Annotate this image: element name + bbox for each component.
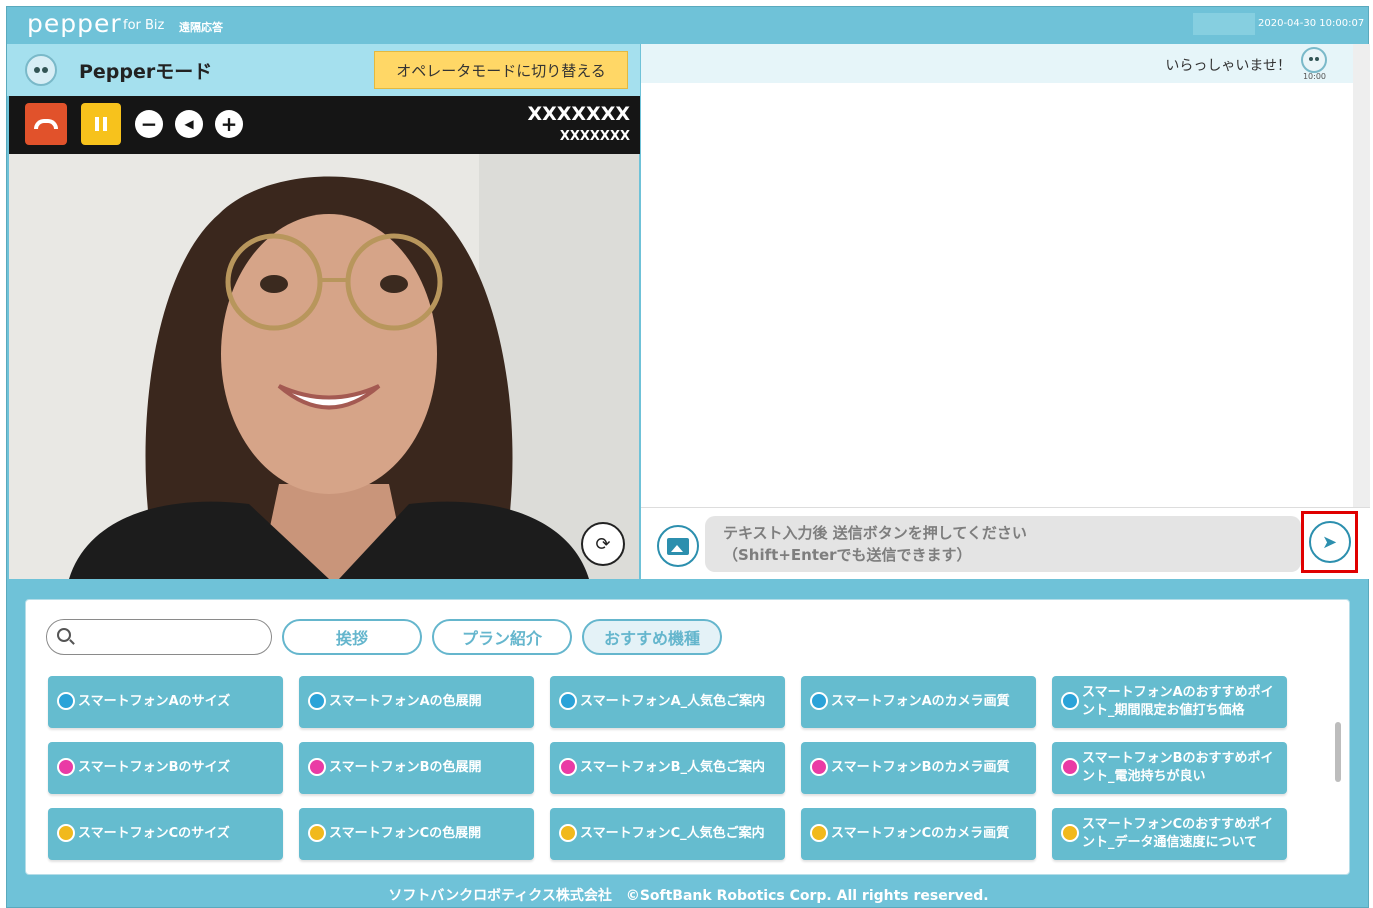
video-feed: ⟳ (9, 154, 639, 579)
chat-message-text: いらっしゃいませ！ (1165, 58, 1291, 74)
switch-operator-mode-button[interactable]: オペレータモードに切り替える (374, 51, 628, 89)
quick-reply-label: スマートフォンCのカメラ画質 (831, 826, 1010, 841)
phone-hangup-icon (34, 119, 58, 129)
call-controls: − ◀ + XXXXXXX XXXXXXX (9, 96, 640, 154)
chat-message-row: いらっしゃいませ！ 10:00 (641, 44, 1353, 83)
send-button-highlight: ➤ (1301, 511, 1358, 573)
quick-reply-button[interactable]: スマートフォンAのサイズ (48, 676, 283, 728)
volume-up-button[interactable]: + (215, 110, 243, 138)
quick-reply-label: スマートフォンAのカメラ画質 (831, 694, 1010, 709)
pepper-logo: pepper (27, 9, 122, 38)
category-dot-icon (57, 824, 75, 842)
quick-reply-label: スマートフォンBの色展開 (329, 760, 482, 775)
quick-reply-button[interactable]: スマートフォンCのサイズ (48, 808, 283, 860)
app-name: 遠隔応答 (179, 21, 223, 34)
volume-icon[interactable]: ◀ (175, 110, 203, 138)
pepper-chat-avatar-icon (1301, 47, 1327, 73)
caller-name: XXXXXXX (527, 103, 630, 125)
category-dot-icon (57, 692, 75, 710)
switch-camera-button[interactable]: ⟳ (581, 522, 625, 566)
quick-reply-button[interactable]: スマートフォンAの色展開 (299, 676, 534, 728)
quick-reply-button[interactable]: スマートフォンBの色展開 (299, 742, 534, 794)
search-icon (57, 628, 71, 642)
logo-suffix: for Biz (123, 18, 165, 33)
quick-reply-label: スマートフォンB_人気色ご案内 (580, 760, 766, 775)
send-button[interactable]: ➤ (1308, 521, 1351, 563)
quick-reply-label: スマートフォンCのサイズ (78, 826, 230, 841)
quick-reply-label: スマートフォンAのサイズ (78, 694, 231, 709)
user-box (1193, 13, 1255, 35)
image-upload-button[interactable] (657, 525, 699, 567)
category-dot-icon (308, 692, 326, 710)
category-recommended-button[interactable]: おすすめ機種 (582, 619, 722, 655)
mode-header: Pepperモード オペレータモードに切り替える (7, 44, 640, 96)
chat-text-input[interactable]: テキスト入力後 送信ボタンを押してください （Shift+Enterでも送信でき… (705, 516, 1301, 572)
quick-reply-label: スマートフォンC_人気色ご案内 (580, 826, 765, 841)
category-dot-icon (57, 758, 75, 776)
quick-reply-button[interactable]: スマートフォンA_人気色ご案内 (550, 676, 785, 728)
category-dot-icon (810, 824, 828, 842)
mode-title: Pepperモード (79, 61, 213, 83)
search-input[interactable] (79, 624, 259, 650)
category-dot-icon (810, 692, 828, 710)
category-dot-icon (810, 758, 828, 776)
category-dot-icon (1061, 692, 1079, 710)
quick-reply-button[interactable]: スマートフォンCのカメラ画質 (801, 808, 1036, 860)
category-dot-icon (308, 758, 326, 776)
category-greeting-button[interactable]: 挨拶 (282, 619, 422, 655)
category-dot-icon (1061, 758, 1079, 776)
quick-reply-label: スマートフォンBのサイズ (78, 760, 231, 775)
quick-reply-scrollbar[interactable] (1335, 722, 1341, 782)
search-box[interactable] (46, 619, 272, 655)
quick-reply-label: スマートフォンBのおすすめポイント_電池持ちが良い (1082, 751, 1274, 784)
quick-reply-label: スマートフォンBのカメラ画質 (831, 760, 1010, 775)
quick-reply-button[interactable]: スマートフォンAのカメラ画質 (801, 676, 1036, 728)
app-frame: pepper for Biz 遠隔応答 2020-04-30 10:00:07 … (6, 6, 1370, 908)
quick-reply-button[interactable]: スマートフォンB_人気色ご案内 (550, 742, 785, 794)
hang-up-button[interactable] (25, 103, 67, 145)
category-dot-icon (1061, 824, 1079, 842)
category-dot-icon (308, 824, 326, 842)
person-video-image (9, 154, 639, 579)
quick-reply-label: スマートフォンA_人気色ご案内 (580, 694, 766, 709)
pause-icon (95, 117, 99, 131)
category-plan-button[interactable]: プラン紹介 (432, 619, 572, 655)
volume-down-button[interactable]: − (135, 110, 163, 138)
category-dot-icon (559, 758, 577, 776)
quick-reply-panel: 挨拶 プラン紹介 おすすめ機種 スマートフォンAのサイズ スマートフォンAの色展開… (25, 599, 1350, 875)
quick-reply-label: スマートフォンCのおすすめポイント_データ通信速度について (1082, 817, 1274, 850)
quick-reply-button[interactable]: スマートフォンCのおすすめポイント_データ通信速度について (1052, 808, 1287, 860)
quick-reply-button[interactable]: スマートフォンCの色展開 (299, 808, 534, 860)
send-icon: ➤ (1321, 531, 1338, 553)
quick-reply-button[interactable]: スマートフォンAのおすすめポイント_期間限定お値打ち価格 (1052, 676, 1287, 728)
quick-reply-button[interactable]: スマートフォンBのカメラ画質 (801, 742, 1036, 794)
quick-reply-label: スマートフォンAの色展開 (329, 694, 482, 709)
quick-reply-button[interactable]: スマートフォンC_人気色ご案内 (550, 808, 785, 860)
quick-reply-button[interactable]: スマートフォンBのサイズ (48, 742, 283, 794)
chat-message-time: 10:00 (1302, 72, 1326, 81)
chat-input-area: テキスト入力後 送信ボタンを押してください （Shift+Enterでも送信でき… (641, 507, 1370, 579)
footer-copyright: ソフトバンクロボティクス株式会社 ©SoftBank Robotics Corp… (388, 888, 989, 904)
chat-log (641, 83, 1353, 507)
chat-scrollbar[interactable] (1353, 44, 1370, 507)
quick-reply-label: スマートフォンAのおすすめポイント_期間限定お値打ち価格 (1082, 685, 1274, 718)
camera-rotate-icon: ⟳ (595, 533, 611, 555)
datetime: 2020-04-30 10:00:07 (1258, 18, 1365, 29)
quick-reply-button[interactable]: スマートフォンBのおすすめポイント_電池持ちが良い (1052, 742, 1287, 794)
top-bar: pepper for Biz 遠隔応答 2020-04-30 10:00:07 (7, 7, 1368, 43)
pepper-robot-icon (25, 54, 57, 86)
category-dot-icon (559, 824, 577, 842)
quick-reply-label: スマートフォンCの色展開 (329, 826, 482, 841)
image-icon (667, 537, 689, 555)
category-dot-icon (559, 692, 577, 710)
pause-button[interactable] (81, 103, 121, 145)
caller-sub: XXXXXXX (559, 129, 630, 144)
